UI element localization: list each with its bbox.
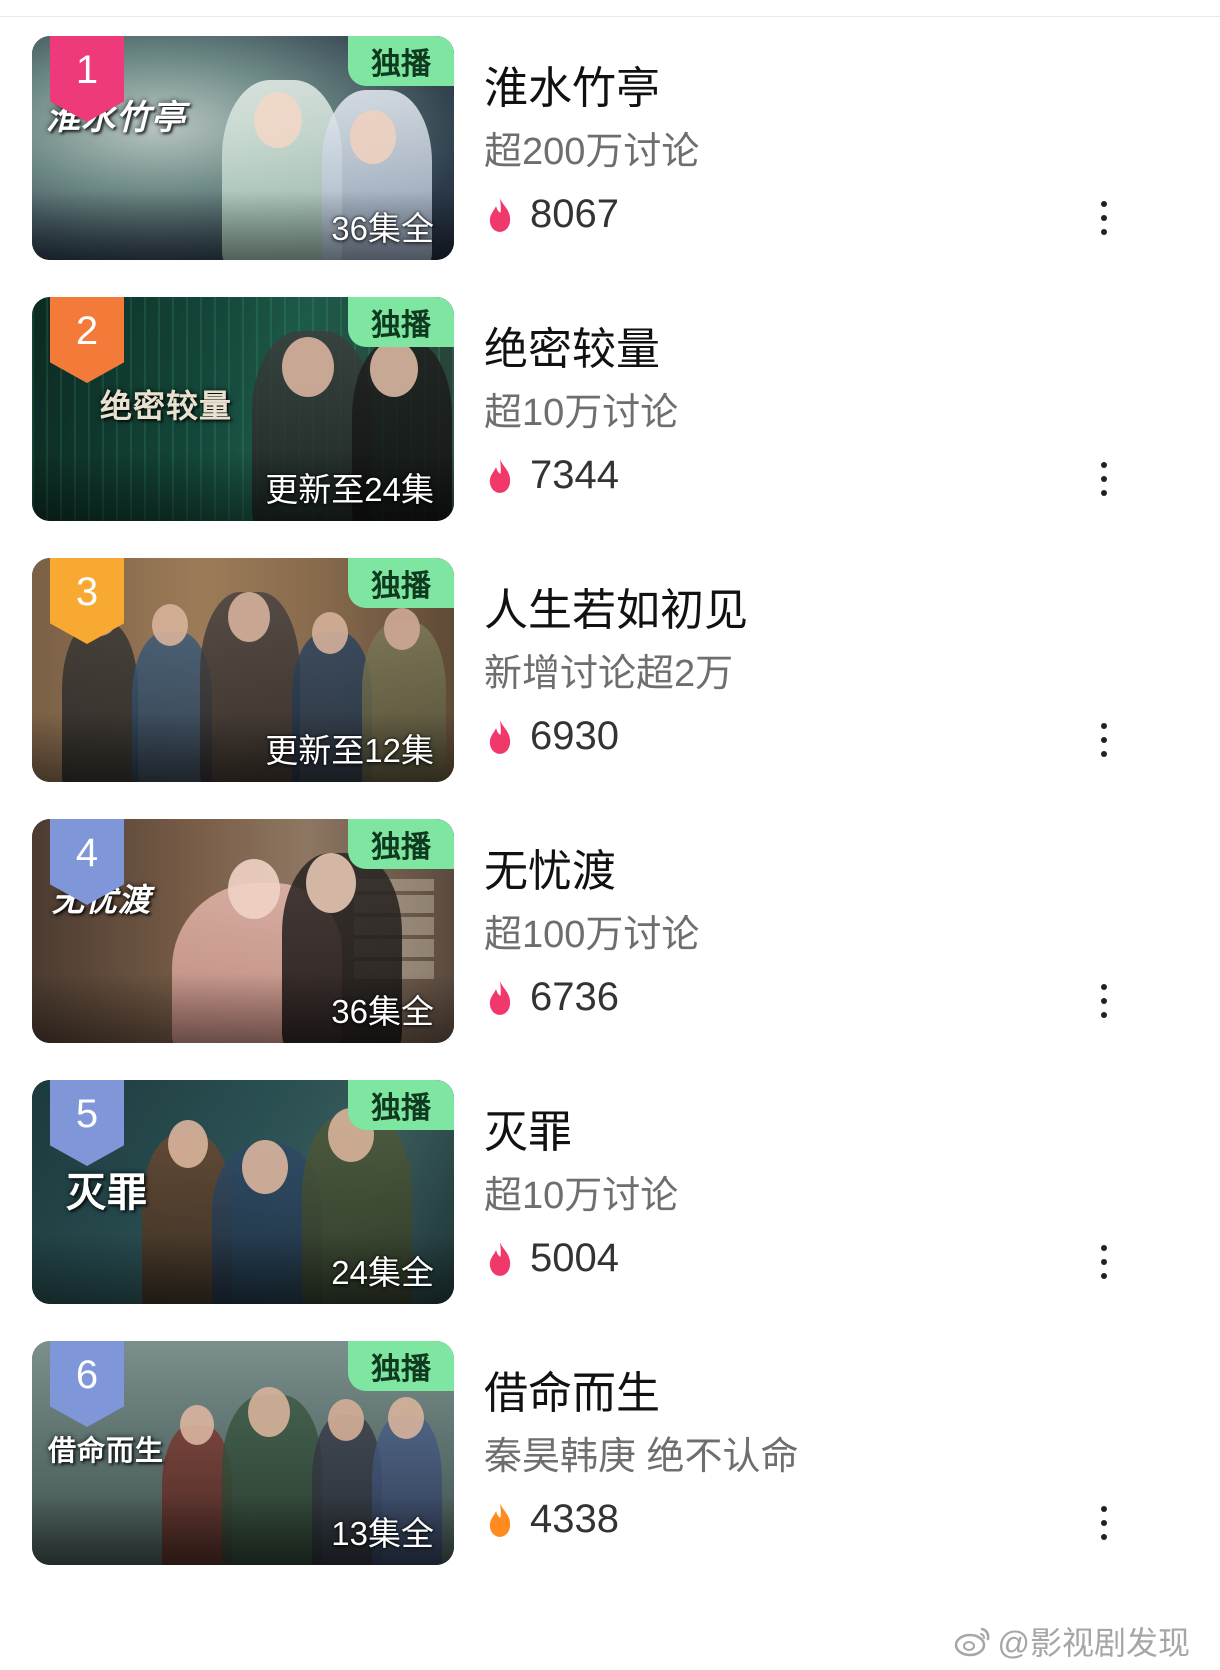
show-title[interactable]: 淮水竹亭: [484, 52, 660, 116]
show-info: 灭罪 超10万讨论 5004: [484, 1080, 1124, 1304]
more-options-icon[interactable]: [1084, 1232, 1124, 1292]
exclusive-tag: 独播: [348, 297, 454, 347]
show-subtitle: 超10万讨论: [484, 1175, 679, 1217]
heat-value: 8067: [530, 192, 619, 236]
poster-thumbnail[interactable]: 淮水竹亭 1 独播 36集全: [32, 36, 454, 260]
show-title[interactable]: 借命而生: [484, 1357, 660, 1421]
list-item[interactable]: 3 独播 更新至12集 人生若如初见 新增讨论超2万 6930: [0, 558, 1220, 784]
poster-thumbnail[interactable]: 借命而生 6 独播 13集全: [32, 1341, 454, 1565]
poster-title: 绝密较量: [100, 387, 233, 425]
list-item[interactable]: 无忧渡 4 独播 36集全 无忧渡 超100万讨论 6736: [0, 819, 1220, 1045]
weibo-icon: [954, 1627, 989, 1657]
exclusive-tag: 独播: [348, 819, 454, 869]
flame-icon: [489, 458, 511, 493]
exclusive-tag: 独播: [348, 558, 454, 608]
exclusive-tag: 独播: [348, 1080, 454, 1130]
flame-icon: [489, 1502, 511, 1537]
heat-value: 6736: [530, 975, 619, 1019]
heat-index: 5004: [486, 1236, 619, 1281]
poster-title: 灭罪: [66, 1169, 148, 1216]
show-subtitle: 超200万讨论: [484, 131, 700, 173]
episode-status: 更新至12集: [265, 732, 434, 769]
more-options-icon[interactable]: [1084, 188, 1124, 248]
show-info: 借命而生 秦昊韩庚 绝不认命 4338: [484, 1341, 1124, 1565]
show-subtitle: 超100万讨论: [484, 914, 700, 956]
flame-icon: [489, 980, 511, 1015]
heat-index: 4338: [486, 1497, 619, 1542]
show-info: 绝密较量 超10万讨论 7344: [484, 297, 1124, 521]
heat-index: 7344: [486, 453, 619, 498]
list-item[interactable]: 灭罪 5 独播 24集全 灭罪 超10万讨论 5004: [0, 1080, 1220, 1306]
episode-status: 24集全: [331, 1254, 434, 1291]
show-info: 淮水竹亭 超200万讨论 8067: [484, 36, 1124, 260]
show-title[interactable]: 无忧渡: [484, 835, 616, 899]
poster-thumbnail[interactable]: 3 独播 更新至12集: [32, 558, 454, 782]
show-info: 无忧渡 超100万讨论 6736: [484, 819, 1124, 1043]
heat-value: 5004: [530, 1236, 619, 1280]
heat-index: 6930: [486, 714, 619, 759]
poster-title: 借命而生: [48, 1434, 165, 1467]
episode-status: 13集全: [331, 1515, 434, 1552]
heat-value: 6930: [530, 714, 619, 758]
episode-status: 36集全: [331, 993, 434, 1030]
heat-index: 8067: [486, 192, 619, 237]
show-title[interactable]: 绝密较量: [484, 313, 660, 377]
poster-thumbnail[interactable]: 无忧渡 4 独播 36集全: [32, 819, 454, 1043]
show-subtitle: 超10万讨论: [484, 392, 679, 434]
episode-status: 36集全: [331, 210, 434, 247]
heat-index: 6736: [486, 975, 619, 1020]
more-options-icon[interactable]: [1084, 971, 1124, 1031]
flame-icon: [489, 1241, 511, 1276]
more-options-icon[interactable]: [1084, 1493, 1124, 1553]
list-item[interactable]: 淮水竹亭 1 独播 36集全 淮水竹亭 超200万讨论 8067: [0, 36, 1220, 262]
heat-value: 7344: [530, 453, 619, 497]
list-item[interactable]: 绝密较量 2 独播 更新至24集 绝密较量 超10万讨论 7344: [0, 297, 1220, 523]
more-options-icon[interactable]: [1084, 710, 1124, 770]
show-title[interactable]: 人生若如初见: [484, 574, 748, 638]
flame-icon: [489, 197, 511, 232]
poster-thumbnail[interactable]: 灭罪 5 独播 24集全: [32, 1080, 454, 1304]
flame-icon: [489, 719, 511, 754]
more-options-icon[interactable]: [1084, 449, 1124, 509]
show-info: 人生若如初见 新增讨论超2万 6930: [484, 558, 1124, 782]
show-title[interactable]: 灭罪: [484, 1096, 572, 1160]
exclusive-tag: 独播: [348, 36, 454, 86]
heat-value: 4338: [530, 1497, 619, 1541]
show-subtitle: 新增讨论超2万: [484, 653, 734, 695]
episode-status: 更新至24集: [265, 471, 434, 508]
exclusive-tag: 独播: [348, 1341, 454, 1391]
show-subtitle: 秦昊韩庚 绝不认命: [484, 1436, 799, 1478]
poster-thumbnail[interactable]: 绝密较量 2 独播 更新至24集: [32, 297, 454, 521]
watermark-text: @影视剧发现: [997, 1625, 1191, 1661]
top-divider: [0, 16, 1220, 17]
watermark: @影视剧发现: [954, 1618, 1191, 1664]
list-item[interactable]: 借命而生 6 独播 13集全 借命而生 秦昊韩庚 绝不认命 4338: [0, 1341, 1220, 1567]
